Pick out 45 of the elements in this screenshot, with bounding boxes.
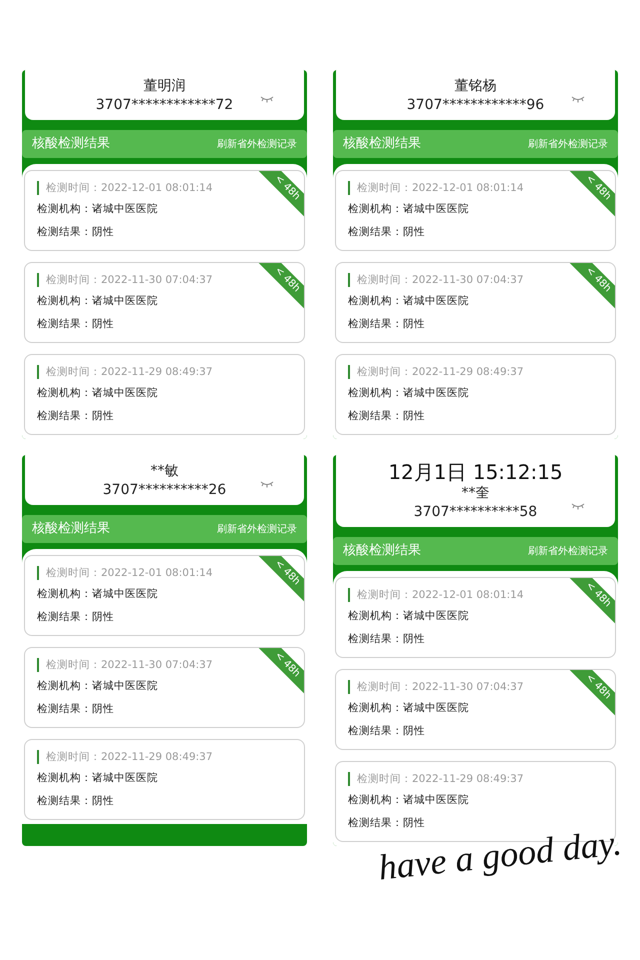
test-result: 检测结果：阴性 (348, 225, 426, 240)
person-name: 董明润 (144, 77, 186, 96)
test-result: 检测结果：阴性 (37, 610, 115, 625)
person-name: **奎 (462, 484, 490, 503)
test-result: 检测结果：阴性 (348, 409, 426, 424)
test-institution: 检测机构：诸城中医医院 (37, 587, 159, 602)
refresh-link[interactable]: 刷新省外检测记录 (217, 522, 297, 536)
section-title: 核酸检测结果 (32, 135, 110, 154)
id-number: 3707************96 (406, 96, 544, 114)
test-institution: 检测机构：诸城中医医院 (37, 202, 159, 217)
test-time: 检测时间：2022-11-29 08:49:37 (37, 365, 292, 379)
test-institution: 检测机构：诸城中医医院 (37, 294, 159, 309)
test-institution: 检测机构：诸城中医医院 (37, 386, 159, 401)
test-time: 检测时间：2022-11-29 08:49:37 (348, 772, 603, 786)
person-name: 董铭杨 (454, 77, 496, 96)
test-institution: 检测机构：诸城中医医院 (37, 679, 159, 694)
test-institution: 检测机构：诸城中医医院 (348, 294, 470, 309)
id-number: 3707**********26 (102, 481, 226, 499)
test-result: 检测结果：阴性 (37, 409, 115, 424)
test-time: 检测时间：2022-11-29 08:49:37 (37, 750, 292, 764)
test-result: 检测结果：阴性 (348, 632, 426, 647)
test-institution: 检测机构：诸城中医医院 (37, 771, 159, 786)
test-result: 检测结果：阴性 (348, 816, 426, 831)
section-title: 核酸检测结果 (32, 520, 110, 538)
test-institution: 检测机构：诸城中医医院 (348, 701, 470, 716)
test-result: 检测结果：阴性 (348, 317, 426, 332)
section-title: 核酸检测结果 (343, 135, 421, 154)
refresh-link[interactable]: 刷新省外检测记录 (528, 136, 608, 152)
test-time: 检测时间：2022-11-29 08:49:37 (348, 365, 603, 379)
test-institution: 检测机构：诸城中医医院 (348, 386, 470, 401)
refresh-link[interactable]: 刷新省外检测记录 (217, 136, 297, 152)
section-title: 核酸检测结果 (343, 542, 421, 560)
refresh-link[interactable]: 刷新省外检测记录 (528, 544, 608, 558)
id-number: 3707**********58 (414, 503, 538, 521)
id-number: 3707************72 (96, 96, 234, 114)
test-result: 检测结果：阴性 (37, 317, 115, 332)
test-result: 检测结果：阴性 (37, 225, 115, 240)
test-institution: 检测机构：诸城中医医院 (348, 202, 470, 217)
time-text: 12月1日 15:12:15 (388, 461, 563, 483)
test-institution: 检测机构：诸城中医医院 (348, 609, 470, 624)
test-result: 检测结果：阴性 (37, 794, 115, 809)
test-result: 检测结果：阴性 (348, 724, 426, 739)
test-institution: 检测机构：诸城中医医院 (348, 793, 470, 808)
person-name: **敏 (150, 462, 178, 481)
test-result: 检测结果：阴性 (37, 702, 115, 717)
